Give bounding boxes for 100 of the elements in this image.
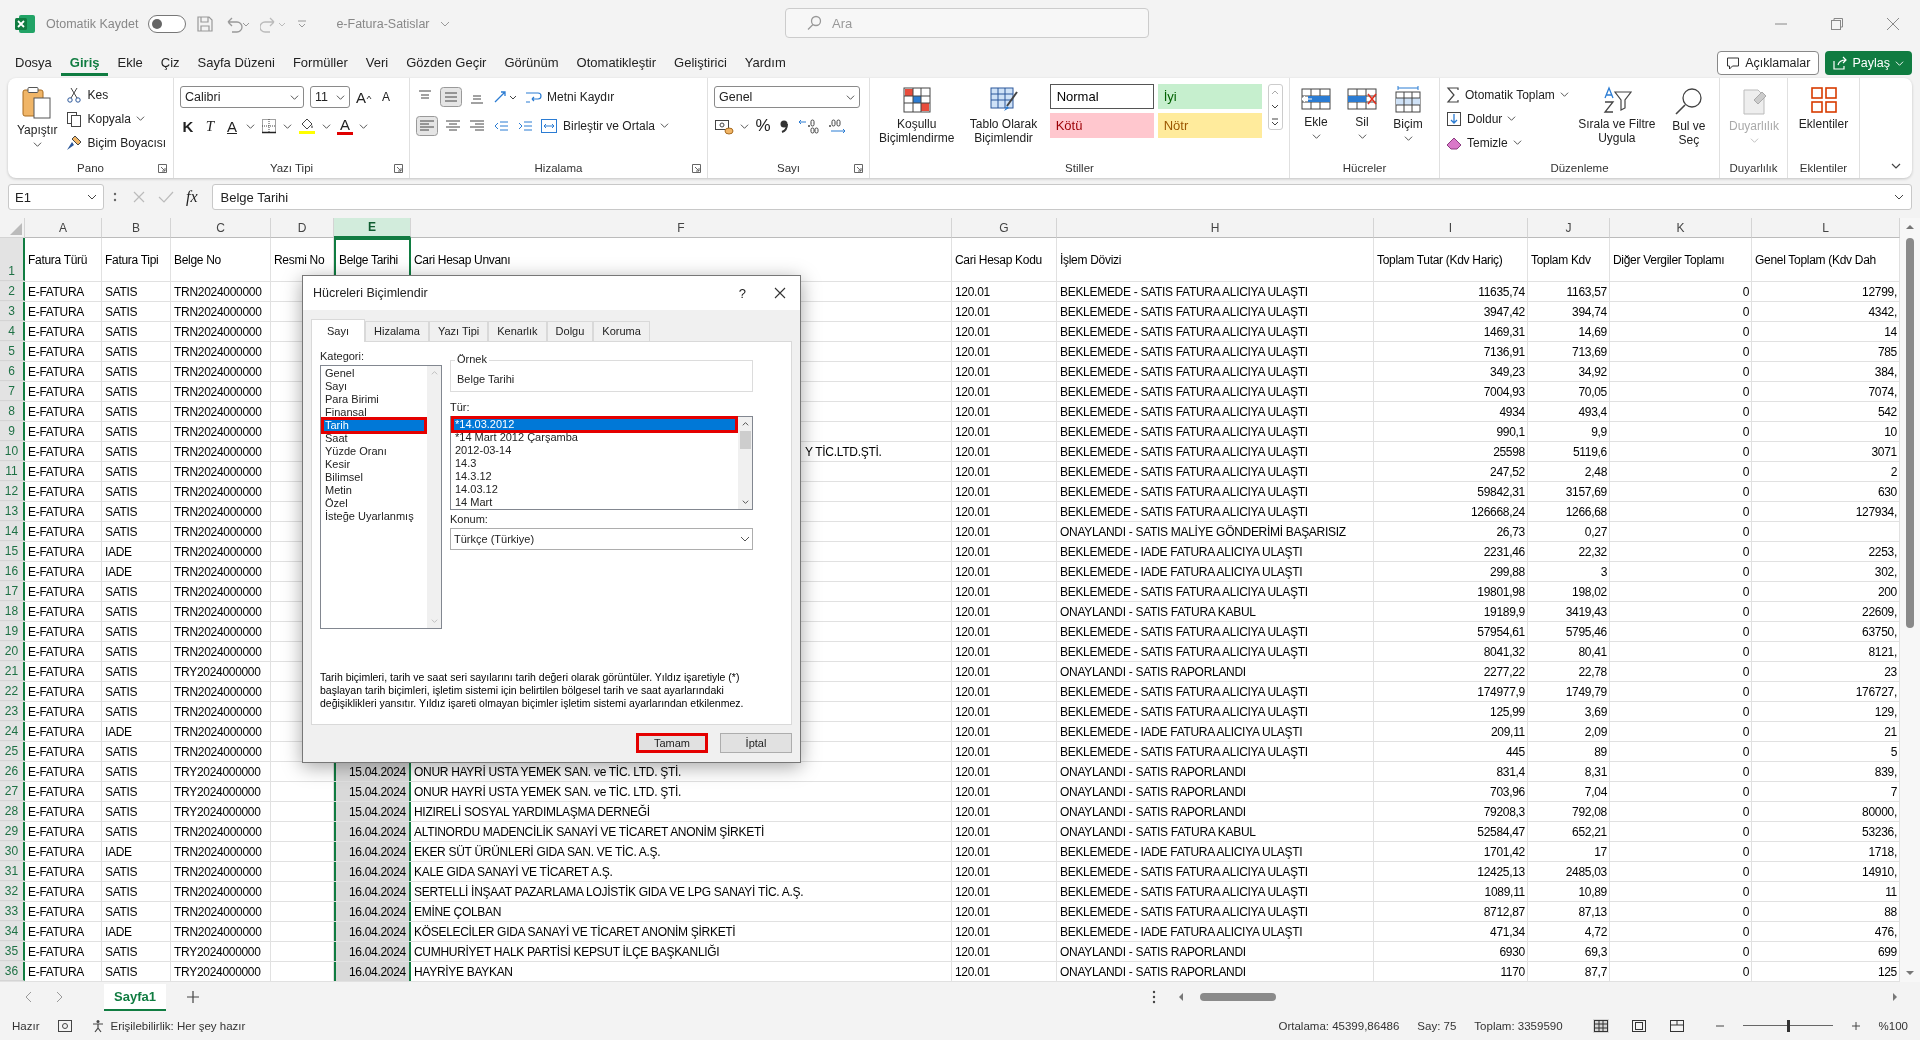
zoom-slider[interactable] — [1742, 1019, 1833, 1033]
zoom-in-icon[interactable] — [1850, 1021, 1861, 1031]
menu-tab[interactable]: Yardım — [735, 50, 795, 76]
zoom-level[interactable]: %100 — [1878, 1020, 1908, 1032]
locale-dropdown[interactable]: Türkçe (Türkiye) — [450, 528, 753, 550]
align-left-icon[interactable] — [416, 115, 438, 136]
row-number[interactable]: 29 — [0, 822, 25, 841]
row-number[interactable]: 36 — [0, 962, 25, 981]
row-number[interactable]: 24 — [0, 722, 25, 741]
type-item[interactable]: 2012-03-14 — [453, 444, 736, 457]
cut-button[interactable]: Kes — [66, 84, 167, 105]
row-number[interactable]: 27 — [0, 782, 25, 801]
copy-button[interactable]: Kopyala — [66, 108, 167, 129]
row-number[interactable]: 11 — [0, 462, 25, 481]
caret-icon[interactable] — [740, 121, 749, 131]
scroll-down-icon[interactable] — [740, 498, 750, 507]
dialog-tab[interactable]: Kenarlık — [488, 321, 547, 341]
conditional-formatting-button[interactable]: Koşullu Biçimlendirme — [876, 82, 958, 149]
addins-button[interactable]: Eklentiler — [1794, 82, 1853, 135]
cell-style-swatch[interactable]: Normal — [1049, 84, 1154, 109]
sort-filter-button[interactable]: Sırala ve Filtre Uygula — [1574, 82, 1659, 149]
macro-record-icon[interactable] — [57, 1019, 74, 1033]
dialog-launcher-icon[interactable] — [158, 164, 167, 173]
row-number[interactable]: 4 — [0, 322, 25, 341]
find-select-button[interactable]: Bul ve Seç — [1664, 82, 1713, 151]
font-family-field[interactable]: Calibri — [180, 86, 304, 108]
currency-icon[interactable] — [714, 117, 734, 135]
category-list[interactable]: Genel Sayı Para Birimi Finansal Tarih Saat Yüzde Oranı Kesir Bilimsel Metin Özel İsteğe Uyarlanmış — [320, 365, 442, 629]
cell-style-swatch[interactable]: İyi — [1157, 84, 1262, 109]
help-button[interactable]: ? — [738, 285, 746, 301]
dialog-button[interactable]: Tamam — [636, 733, 708, 753]
caret-icon[interactable] — [359, 121, 368, 131]
type-item[interactable]: 14.03.12 — [453, 483, 736, 496]
row-number[interactable]: 31 — [0, 862, 25, 881]
row-number[interactable]: 6 — [0, 362, 25, 381]
category-item[interactable]: Genel — [323, 367, 425, 380]
insert-function-button[interactable]: fx — [186, 188, 198, 206]
bold-button[interactable]: K — [180, 116, 196, 136]
menu-tab[interactable]: Otomatikleştir — [567, 50, 666, 76]
row-number[interactable]: 8 — [0, 402, 25, 421]
menu-tab[interactable]: Geliştirici — [665, 50, 736, 76]
dialog-launcher-icon[interactable] — [394, 164, 403, 173]
row-number[interactable]: 20 — [0, 642, 25, 661]
row-number[interactable]: 30 — [0, 842, 25, 861]
row-number[interactable]: 28 — [0, 802, 25, 821]
category-item[interactable]: Finansal — [323, 406, 425, 419]
type-item[interactable]: 14.3.12 — [453, 470, 736, 483]
row-number[interactable]: 12 — [0, 482, 25, 501]
font-color-button[interactable]: A — [337, 117, 353, 135]
row-number[interactable]: 32 — [0, 882, 25, 901]
menu-tab[interactable]: Ekle — [108, 50, 152, 76]
scrollbar-thumb[interactable] — [1200, 993, 1276, 1001]
dialog-tab[interactable]: Yazı Tipi — [428, 321, 489, 341]
page-layout-icon[interactable] — [1630, 1019, 1647, 1033]
cell-style-swatch[interactable]: Nötr — [1157, 113, 1262, 138]
formula-field[interactable]: Belge Tarihi — [211, 184, 1912, 210]
type-item[interactable]: *14 Mart 2012 Çarşamba — [453, 431, 736, 444]
category-item[interactable]: Bilimsel — [323, 471, 425, 484]
dialog-launcher-icon[interactable] — [692, 164, 701, 173]
column-header[interactable]: E — [334, 218, 411, 238]
row-number[interactable]: 9 — [0, 422, 25, 441]
caret-icon[interactable] — [246, 121, 255, 131]
wrap-text-button[interactable]: Metni Kaydır — [524, 86, 615, 107]
scroll-up-icon[interactable] — [1905, 222, 1915, 232]
type-item[interactable]: 14 Mart — [453, 496, 736, 509]
format-painter-button[interactable]: Biçim Boyacısı — [66, 132, 167, 153]
dialog-tab[interactable]: Sayı — [311, 319, 365, 342]
insert-cells-button[interactable]: Ekle — [1296, 82, 1336, 145]
row-number[interactable]: 3 — [0, 302, 25, 321]
autosum-button[interactable]: Otomatik Toplam — [1446, 84, 1569, 105]
vertical-scrollbar[interactable] — [1900, 218, 1920, 982]
row-number[interactable]: 21 — [0, 662, 25, 681]
category-item[interactable]: Yüzde Oranı — [323, 445, 425, 458]
drag-handle-icon[interactable] — [112, 190, 118, 204]
share-button[interactable]: Paylaş — [1825, 51, 1912, 75]
menu-tab[interactable]: Formüller — [283, 50, 357, 76]
comments-button[interactable]: Açıklamalar — [1717, 51, 1820, 75]
row-number[interactable]: 5 — [0, 342, 25, 361]
row-number[interactable]: 26 — [0, 762, 25, 781]
font-size-field[interactable]: 11 — [310, 86, 350, 108]
category-item[interactable]: Özel — [323, 497, 425, 510]
normal-view-icon[interactable] — [1592, 1019, 1609, 1033]
row-number[interactable]: 18 — [0, 602, 25, 621]
format-as-table-button[interactable]: Tablo Olarak Biçimlendir — [963, 82, 1044, 149]
caret-icon[interactable] — [322, 121, 331, 131]
row-number[interactable]: 1 — [0, 238, 25, 281]
row-number[interactable]: 25 — [0, 742, 25, 761]
row-number[interactable]: 13 — [0, 502, 25, 521]
row-number[interactable]: 7 — [0, 382, 25, 401]
fill-bucket-icon[interactable] — [298, 117, 316, 135]
name-box[interactable]: E1 — [8, 184, 104, 210]
restore-icon[interactable] — [1830, 17, 1844, 31]
sum-readout[interactable]: Toplam: 3359590 — [1474, 1020, 1563, 1032]
clear-button[interactable]: Temizle — [1446, 132, 1569, 153]
menu-tab[interactable]: Çiz — [151, 50, 189, 76]
paste-button[interactable]: Yapıştır — [14, 82, 61, 153]
dialog-tab[interactable]: Hizalama — [365, 321, 429, 341]
row-number[interactable]: 14 — [0, 522, 25, 541]
type-list[interactable]: *14.03.2012 *14 Mart 2012 Çarşamba 2012-03-14 14.3 14.3.12 14.03.12 14 Mart — [450, 416, 753, 510]
borders-icon[interactable] — [261, 118, 277, 134]
